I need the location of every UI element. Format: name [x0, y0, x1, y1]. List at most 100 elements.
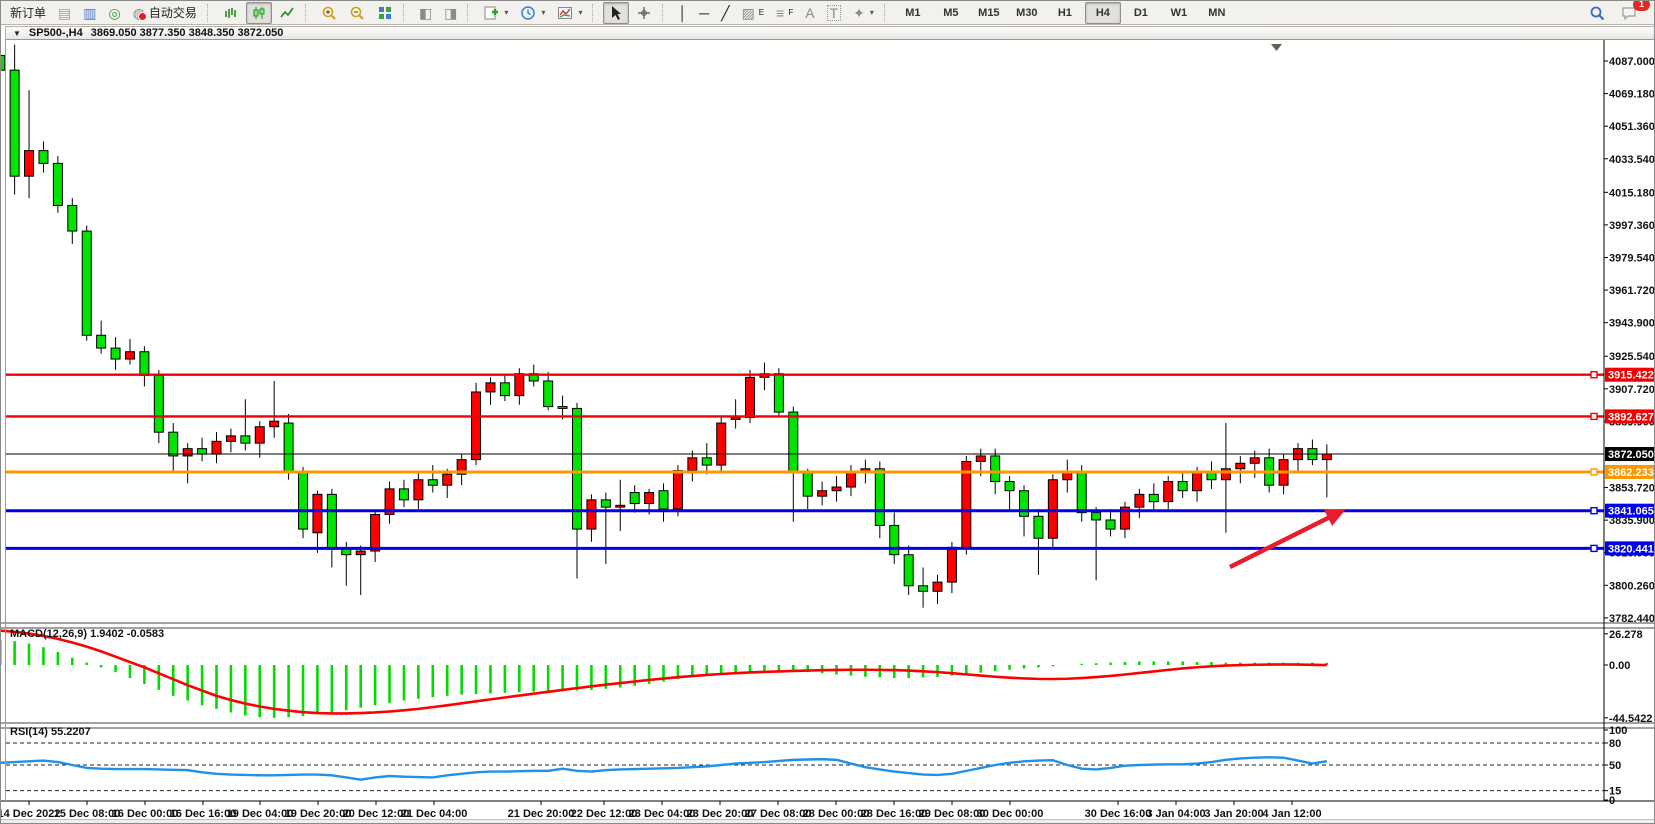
timeframe-m1-button[interactable]: M1: [895, 2, 931, 24]
timeframe-w1-button[interactable]: W1: [1161, 2, 1197, 24]
price-line-anchor[interactable]: [1591, 372, 1597, 378]
candle-body: [125, 352, 134, 359]
navigator-icon: ◎: [108, 6, 120, 20]
candle-body: [544, 381, 553, 407]
price-axis-tick-label: 3943.900: [1609, 318, 1655, 330]
tile-windows-button[interactable]: [372, 2, 398, 24]
candle-body: [1149, 494, 1158, 501]
zoom-in-button[interactable]: [316, 2, 342, 24]
candle-body: [1322, 454, 1331, 460]
notifications-button[interactable]: 1: [1616, 2, 1644, 24]
cursor-tool-button[interactable]: [603, 2, 629, 24]
chart-titlebar[interactable]: ▼ SP500-,H4 3869.050 3877.350 3848.350 3…: [6, 26, 1655, 40]
price-badge-label: 3915.422: [1608, 370, 1654, 382]
candle-body: [68, 205, 77, 231]
new-chart-button[interactable]: ▾: [478, 2, 513, 24]
price-line-anchor[interactable]: [1591, 508, 1597, 514]
indicators-button[interactable]: ▾: [552, 2, 587, 24]
candle-body: [630, 493, 639, 504]
candle-body: [25, 151, 34, 177]
channel-tool-button[interactable]: ▨E: [737, 2, 770, 24]
timeframe-label: M5: [943, 7, 958, 19]
zoom-in-icon: [321, 5, 337, 21]
candle-body: [904, 555, 913, 586]
crosshair-tool-button[interactable]: [631, 2, 657, 24]
trendline-tool-button[interactable]: ╱: [716, 2, 734, 24]
periods-button[interactable]: ▾: [515, 2, 550, 24]
fibonacci-tool-button[interactable]: ≡F: [771, 2, 798, 24]
auto-scroll-button[interactable]: ◨: [439, 2, 462, 24]
candle-body: [976, 456, 985, 461]
macd-axis-tick-label: 0.00: [1609, 660, 1630, 672]
price-line-anchor[interactable]: [1591, 545, 1597, 551]
candle-body: [97, 335, 106, 348]
candle-body: [241, 436, 250, 443]
chart-shift-icon: ◧: [419, 6, 432, 20]
price-line-anchor[interactable]: [1591, 469, 1597, 475]
timeframe-label: MN: [1208, 7, 1225, 19]
new-order-button[interactable]: 新订单: [5, 2, 51, 24]
candle-body: [226, 436, 235, 441]
candle-body: [919, 586, 928, 591]
zoom-out-button[interactable]: [344, 2, 370, 24]
candle-body: [414, 480, 423, 500]
candle-body: [1077, 472, 1086, 512]
bar-chart-icon: [223, 5, 239, 21]
trendline-icon: ╱: [721, 6, 729, 20]
shapes-icon: ✦: [853, 6, 865, 20]
chart-canvas[interactable]: 4087.0004069.1804051.3604033.5404015.180…: [1, 40, 1655, 824]
navigator-button[interactable]: ◎: [103, 2, 125, 24]
candle-body: [702, 458, 711, 465]
timeframe-h1-button[interactable]: H1: [1047, 2, 1083, 24]
timeframe-m15-button[interactable]: M15: [971, 2, 1007, 24]
candle-body: [659, 491, 668, 509]
timeframe-label: M30: [1016, 7, 1037, 19]
price-axis-tick-label: 4015.180: [1609, 187, 1655, 199]
candle-body: [111, 348, 120, 359]
timeframe-h4-button[interactable]: H4: [1085, 2, 1121, 24]
arrows-tool-button[interactable]: ✦ ▾: [848, 2, 879, 24]
bar-chart-mode-button[interactable]: [218, 2, 244, 24]
candle-body: [284, 423, 293, 472]
auto-trading-label: 自动交易: [149, 4, 197, 21]
timeframe-m5-button[interactable]: M5: [933, 2, 969, 24]
candle-body: [443, 474, 452, 485]
rsi-axis-tick-label: 50: [1609, 760, 1621, 772]
candle-body: [140, 352, 149, 376]
profiles-button[interactable]: ▤: [53, 2, 76, 24]
line-chart-mode-button[interactable]: [274, 2, 300, 24]
candle-body: [875, 469, 884, 526]
candle-body: [587, 500, 596, 529]
timeframe-d1-button[interactable]: D1: [1123, 2, 1159, 24]
candle-body: [746, 377, 755, 417]
vertical-line-icon: │: [678, 6, 687, 20]
candle-body: [1164, 482, 1173, 502]
toolbar-separator: [592, 4, 598, 22]
candle-body: [832, 487, 841, 491]
price-line-anchor[interactable]: [1591, 413, 1597, 419]
vertical-line-tool-button[interactable]: │: [673, 2, 692, 24]
chart-shift-button[interactable]: ◧: [414, 2, 437, 24]
auto-trading-button[interactable]: ◍ 自动交易: [128, 2, 202, 24]
candle-body: [371, 514, 380, 551]
horizontal-line-tool-button[interactable]: ─: [694, 2, 714, 24]
candle-body: [601, 500, 610, 507]
timeframe-label: W1: [1171, 7, 1188, 19]
price-badge-label: 3841.065: [1608, 506, 1654, 518]
candle-body: [616, 505, 625, 507]
candle-body: [1020, 491, 1029, 517]
toolbar-separator: [305, 4, 311, 22]
price-axis-tick-label: 4069.180: [1609, 89, 1655, 101]
text-tool-button[interactable]: A: [800, 2, 819, 24]
text-label-tool-button[interactable]: T: [822, 2, 847, 24]
market-watch-button[interactable]: ▥: [78, 2, 101, 24]
timeframe-mn-button[interactable]: MN: [1199, 2, 1235, 24]
timeframe-m30-button[interactable]: M30: [1009, 2, 1045, 24]
candle-body: [356, 551, 365, 555]
mt4-terminal-window: 新订单 ▤ ▥ ◎ ◍ 自动交易: [0, 0, 1655, 824]
search-button[interactable]: [1584, 2, 1610, 24]
candle-chart-mode-button[interactable]: [246, 2, 272, 24]
candle-body: [789, 412, 798, 472]
macd-axis-tick-label: -44.5422: [1609, 713, 1652, 725]
collapse-triangle-icon: ▼: [13, 29, 21, 38]
